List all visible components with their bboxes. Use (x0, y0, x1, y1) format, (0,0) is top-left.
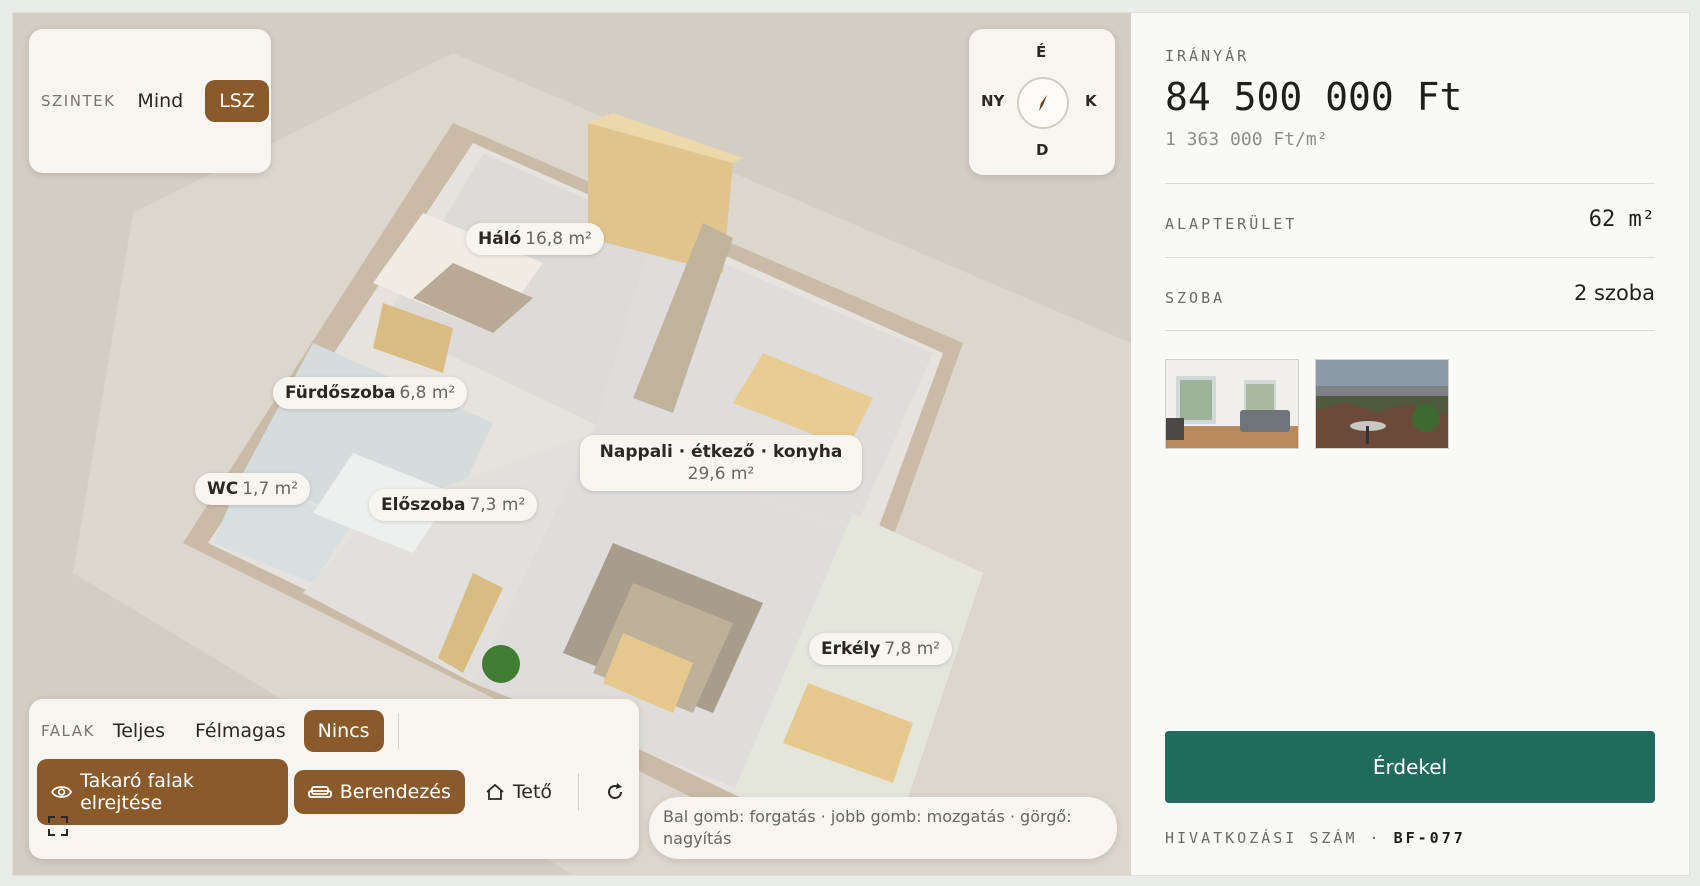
home-icon (486, 783, 504, 800)
divider (397, 713, 399, 749)
area-label: ALAPTERÜLET (1165, 215, 1298, 233)
room-label-erkely[interactable]: Erkély 7,8 m² (809, 633, 953, 665)
room-label-furdoszoba[interactable]: Fürdőszoba 6,8 m² (273, 377, 468, 409)
walls-button-felmagas[interactable]: Félmagas (183, 710, 298, 752)
room-label-eloszoba[interactable]: Előszoba 7,3 m² (369, 489, 538, 521)
hide-walls-label: Takaró falak elrejtése (80, 770, 194, 814)
eye-icon (51, 786, 73, 798)
room-area: 1,7 m² (242, 479, 299, 499)
rooms-value: 2 szoba (1573, 281, 1655, 305)
room-area: 7,8 m² (884, 639, 941, 659)
room-name: Előszoba (381, 495, 466, 515)
controls-hint: Bal gomb: forgatás · jobb gomb: mozgatás… (649, 797, 1117, 859)
balcony-photo (1316, 360, 1448, 448)
room-area: 6,8 m² (399, 383, 456, 403)
roof-toggle[interactable]: Tető (471, 770, 566, 814)
roof-label: Tető (512, 781, 553, 803)
divider (1165, 257, 1655, 258)
photo-thumbnail-interior[interactable] (1165, 359, 1299, 449)
app-frame: Háló 16,8 m² Fürdőszoba 6,8 m² WC 1,7 m² El… (12, 12, 1690, 876)
fullscreen-icon (48, 816, 68, 836)
divider (578, 773, 579, 811)
area-value: 62 m² (1588, 207, 1655, 232)
room-name: Fürdőszoba (285, 383, 396, 403)
compass-west-label: NY (981, 92, 1005, 110)
price-caption: IRÁNYÁR (1165, 47, 1250, 65)
divider (1165, 330, 1655, 331)
room-label-nappali[interactable]: Nappali · étkező · konyha 29,6 m² (580, 435, 862, 491)
room-area: 7,3 m² (469, 495, 526, 515)
listing-sidebar: IRÁNYÁR 84 500 000 Ft 1 363 000 Ft/m² AL… (1131, 13, 1689, 875)
toggles-row: Takaró falak elrejtése Berendezés Tető (37, 759, 639, 825)
room-label-wc[interactable]: WC 1,7 m² (195, 473, 311, 505)
sofa-icon (307, 786, 332, 798)
compass-widget[interactable]: É D NY K (969, 29, 1115, 175)
compass-needle-icon (1039, 95, 1047, 111)
level-button-mind[interactable]: Mind (125, 80, 195, 122)
photo-thumbnail-balcony[interactable] (1315, 359, 1449, 449)
walls-panel: FALAK Teljes Félmagas Nincs Takaró falak… (29, 699, 639, 859)
reset-view-button[interactable] (591, 771, 639, 813)
compass-south-label: D (1036, 141, 1049, 159)
reference-value: BF-077 (1393, 829, 1466, 847)
unit-price: 1 363 000 Ft/m² (1165, 129, 1328, 150)
levels-caption: SZINTEK (41, 92, 116, 110)
room-area: 29,6 m² (687, 464, 755, 484)
compass-east-label: K (1085, 92, 1097, 110)
room-name: WC (207, 479, 239, 499)
walls-caption: FALAK (41, 722, 95, 740)
floorplan-viewer[interactable]: Háló 16,8 m² Fürdőszoba 6,8 m² WC 1,7 m² El… (13, 13, 1131, 875)
interested-button[interactable]: Érdekel (1165, 731, 1655, 803)
level-button-lsz[interactable]: LSZ (205, 80, 269, 122)
walls-mode-row: FALAK Teljes Félmagas Nincs (41, 709, 399, 753)
compass-north-label: É (1036, 43, 1047, 61)
room-name: Erkély (821, 639, 881, 659)
furniture-label: Berendezés (339, 781, 451, 803)
rooms-label: SZOBA (1165, 289, 1226, 307)
walls-button-nincs[interactable]: Nincs (303, 710, 384, 752)
hide-walls-toggle[interactable]: Takaró falak elrejtése (37, 759, 288, 825)
room-name: Nappali · étkező · konyha (599, 442, 843, 462)
room-label-halo[interactable]: Háló 16,8 m² (466, 223, 604, 255)
furniture-toggle[interactable]: Berendezés (293, 770, 465, 814)
reference-label: HIVATKOZÁSI SZÁM · (1165, 829, 1382, 847)
reference-number: HIVATKOZÁSI SZÁM · BF-077 (1165, 829, 1466, 847)
price: 84 500 000 Ft (1165, 75, 1463, 119)
levels-panel: SZINTEK Mind LSZ (29, 29, 271, 173)
room-area: 16,8 m² (525, 229, 592, 249)
room-name: Háló (478, 229, 522, 249)
fullscreen-button[interactable] (47, 815, 69, 841)
compass-ring (1017, 77, 1069, 129)
walls-button-teljes[interactable]: Teljes (101, 710, 177, 752)
refresh-icon (608, 783, 622, 799)
divider (1165, 183, 1655, 184)
interior-photo (1166, 360, 1298, 448)
